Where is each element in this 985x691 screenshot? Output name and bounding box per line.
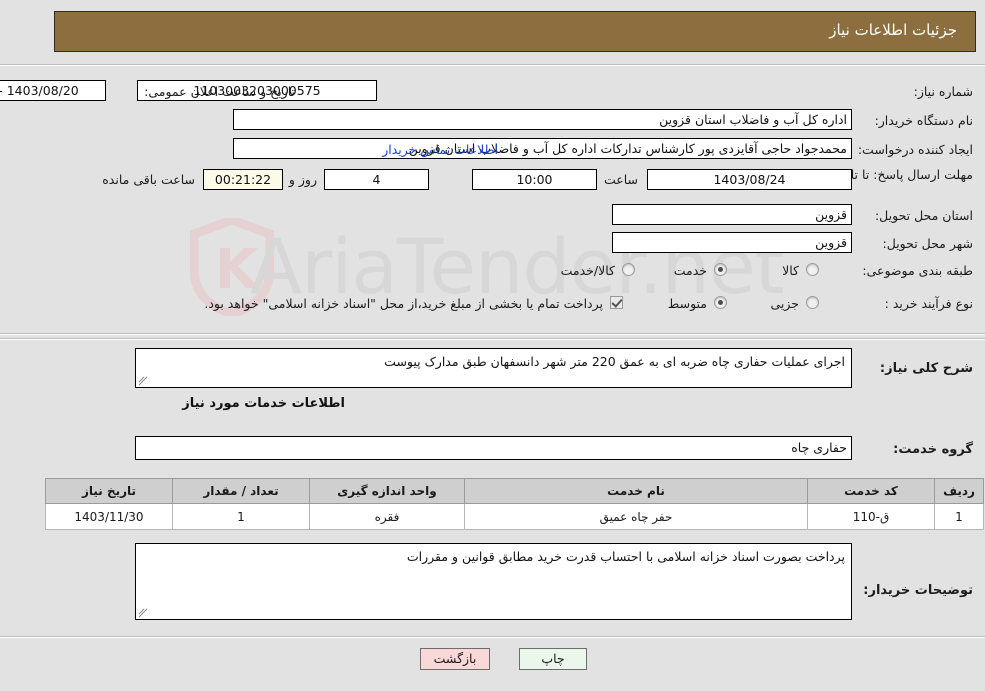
cell-service-code: ق-110 [807,503,935,530]
buyer-notes-textarea[interactable]: پرداخت بصورت اسناد خزانه اسلامی با احتسا… [135,543,852,620]
radio-category-kala-khedmat[interactable] [622,263,635,276]
buyer-org-label: نام دستگاه خریدار: [874,113,973,128]
divider-mid-2 [0,338,985,340]
hour-label: ساعت [603,172,638,187]
print-button[interactable]: چاپ [519,648,587,670]
back-button[interactable]: بازگشت [420,648,490,670]
requester-field[interactable]: محمدجواد حاجی آقایزدی پور کارشناس تدارکا… [233,138,852,159]
radio-process-jozei[interactable] [806,296,819,309]
service-group-field[interactable]: حفاری چاه [135,436,852,460]
buyer-notes-text: پرداخت بصورت اسناد خزانه اسلامی با احتسا… [406,549,845,564]
cell-service-name: حفر چاه عمیق [464,503,808,530]
services-section-title: اطلاعات خدمات مورد نیاز [182,396,345,411]
province-label: استان محل تحویل: [874,208,973,223]
public-announce-label: تاریخ و ساعت اعلان عمومی: [144,84,295,99]
buyer-org-field[interactable]: اداره کل آب و فاضلاب استان قزوین [233,109,852,130]
col-need-date: تاریخ نیاز [45,478,173,504]
days-label: روز و [288,172,317,187]
radio-category-khedmat[interactable] [714,263,727,276]
remaining-label: ساعت باقی مانده [102,172,195,187]
city-label: شهر محل تحویل: [882,236,973,251]
radio-category-kala[interactable] [806,263,819,276]
deadline-date-field[interactable]: 1403/08/24 [647,169,852,190]
cell-need-date: 1403/11/30 [45,503,173,530]
table-row[interactable]: 1 ق-110 حفر چاه عمیق فقره 1 1403/11/30 [45,503,984,530]
radio-category-kala-label: کالا [782,263,799,278]
table-header-row: ردیف کد خدمت نام خدمت واحد اندازه گیری ت… [45,478,984,504]
need-summary-text: اجرای عملیات حفاری چاه ضربه ای به عمق 22… [384,354,845,369]
col-service-code: کد خدمت [807,478,935,504]
radio-process-motavasset-label: متوسط [667,296,707,311]
col-service-name: نام خدمت [464,478,808,504]
resize-grip-icon-2 [138,608,148,618]
need-number-label: شماره نیاز: [913,84,973,99]
resize-grip-icon [138,376,148,386]
buyer-notes-label: توضیحات خریدار: [863,583,973,598]
divider-bottom [0,636,985,638]
countdown-field[interactable]: 00:21:22 [203,169,283,190]
category-label: طبقه بندی موضوعی: [862,263,973,278]
treasury-bond-note: پرداخت تمام یا بخشی از مبلغ خرید،از محل … [204,296,603,311]
col-unit: واحد اندازه گیری [309,478,465,504]
divider-mid [0,333,985,335]
city-field[interactable]: قزوین [612,232,852,253]
radio-category-kala-khedmat-label: کالا/خدمت [560,263,615,278]
process-label: نوع فرآیند خرید : [884,296,973,311]
service-group-label: گروه خدمت: [893,442,973,457]
services-table: ردیف کد خدمت نام خدمت واحد اندازه گیری ت… [45,478,984,530]
remaining-days-field[interactable]: 4 [324,169,429,190]
radio-process-motavasset[interactable] [714,296,727,309]
requester-label: ایجاد کننده درخواست: [857,142,973,157]
page-title: جزئیات اطلاعات نیاز [829,21,957,39]
province-field[interactable]: قزوین [612,204,852,225]
deadline-time-field[interactable]: 10:00 [472,169,597,190]
radio-process-jozei-label: جزیی [770,296,799,311]
radio-category-khedmat-label: خدمت [673,263,707,278]
page-header-bar: جزئیات اطلاعات نیاز [54,11,976,52]
public-announce-field[interactable]: 1403/08/20 - 09:08 [0,80,106,101]
col-quantity: تعداد / مقدار [172,478,310,504]
need-summary-label: شرح کلی نیاز: [879,361,973,376]
cell-quantity: 1 [172,503,310,530]
page-root: AriaTender.net جزئیات اطلاعات نیاز شماره… [0,0,985,691]
divider-top [0,64,985,66]
treasury-bond-checkbox[interactable] [610,296,623,309]
cell-row-no: 1 [934,503,984,530]
cell-unit: فقره [309,503,465,530]
buyer-contact-link[interactable]: اطلاعات تماس خریدار [382,142,498,157]
col-row-no: ردیف [934,478,984,504]
need-summary-textarea[interactable]: اجرای عملیات حفاری چاه ضربه ای به عمق 22… [135,348,852,388]
